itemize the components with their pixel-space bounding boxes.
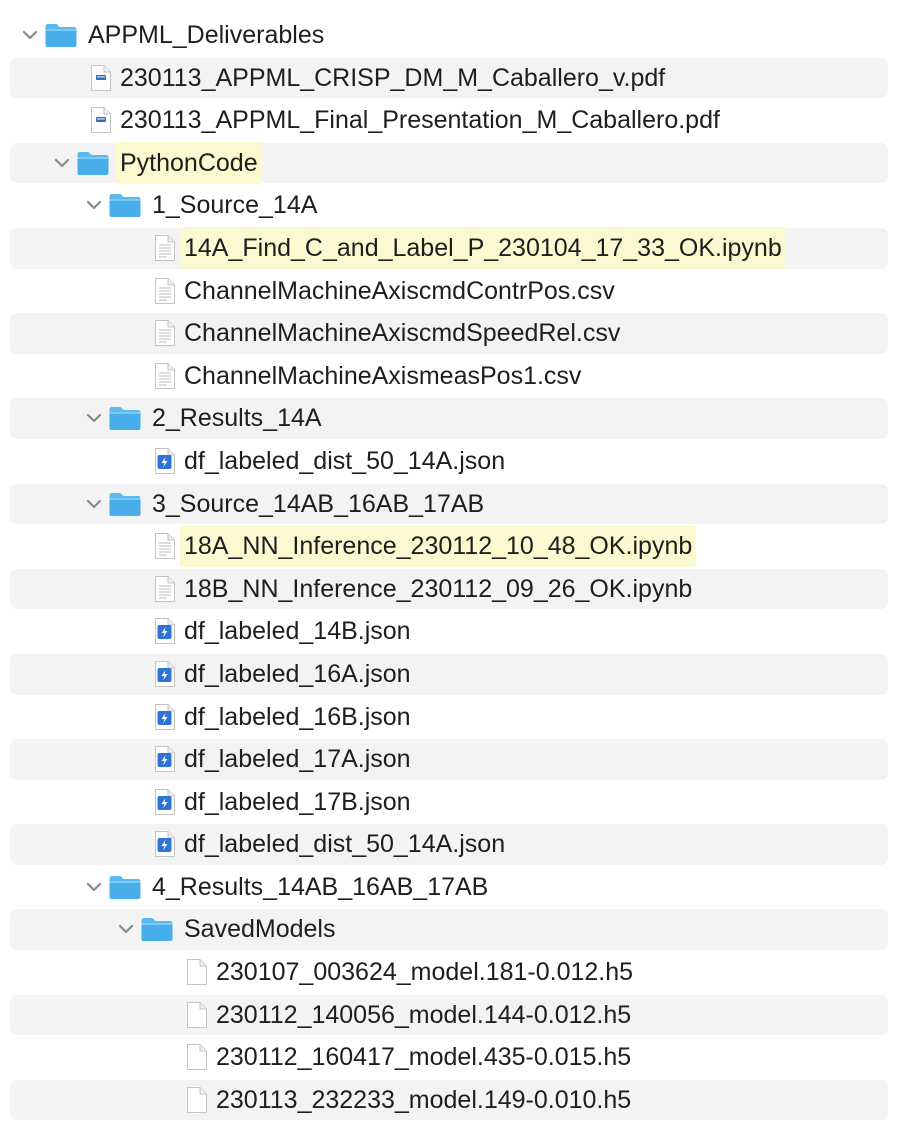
blank-file-icon <box>186 994 208 1036</box>
file-row[interactable]: df_labeled_dist_50_14A.json <box>0 823 900 866</box>
folder-icon <box>44 14 78 56</box>
folder-row[interactable]: 2_Results_14A <box>0 397 900 440</box>
folder-name: 1_Source_14A <box>152 191 318 220</box>
partial-row <box>0 1121 900 1135</box>
file-row[interactable]: 230113_232233_model.149-0.010.h5 <box>0 1079 900 1122</box>
pdf-file-icon <box>90 99 112 141</box>
chevron-down-icon[interactable] <box>52 142 72 184</box>
file-row[interactable]: 18B_NN_Inference_230112_09_26_OK.ipynb <box>0 568 900 611</box>
folder-row[interactable]: SavedModels <box>0 908 900 951</box>
folder-name: SavedModels <box>184 915 336 944</box>
pdf-file-icon <box>90 57 112 99</box>
chevron-down-icon[interactable] <box>20 14 40 56</box>
chevron-down-icon[interactable] <box>84 397 104 439</box>
file-row[interactable]: ChannelMachineAxismeasPos1.csv <box>0 355 900 398</box>
folder-row[interactable]: 4_Results_14AB_16AB_17AB <box>0 866 900 909</box>
json-file-icon <box>154 696 176 738</box>
file-row[interactable]: 230107_003624_model.181-0.012.h5 <box>0 951 900 994</box>
folder-row[interactable]: 1_Source_14A <box>0 184 900 227</box>
file-name: 230107_003624_model.181-0.012.h5 <box>216 958 634 987</box>
file-name: 18B_NN_Inference_230112_09_26_OK.ipynb <box>184 574 693 603</box>
folder-icon <box>108 184 142 226</box>
file-name: ChannelMachineAxiscmdSpeedRel.csv <box>184 319 621 348</box>
text-file-icon <box>154 270 176 312</box>
file-name: 230113_APPML_CRISP_DM_M_Caballero_v.pdf <box>120 63 666 92</box>
file-name: df_labeled_14B.json <box>184 617 411 646</box>
json-file-icon <box>154 653 176 695</box>
file-name: df_labeled_17B.json <box>184 787 411 816</box>
file-row[interactable]: 18A_NN_Inference_230112_10_48_OK.ipynb <box>0 525 900 568</box>
file-row[interactable]: 230112_160417_model.435-0.015.h5 <box>0 1036 900 1079</box>
file-name: df_labeled_16B.json <box>184 702 411 731</box>
file-row[interactable]: ChannelMachineAxiscmdContrPos.csv <box>0 270 900 313</box>
file-name: ChannelMachineAxiscmdContrPos.csv <box>184 276 615 305</box>
text-file-icon <box>154 312 176 354</box>
folder-icon <box>108 483 142 525</box>
text-file-icon <box>154 227 176 269</box>
text-file-icon <box>154 355 176 397</box>
folder-name: 3_Source_14AB_16AB_17AB <box>152 489 485 518</box>
json-file-icon <box>154 440 176 482</box>
file-name: df_labeled_dist_50_14A.json <box>184 446 506 475</box>
json-file-icon <box>154 610 176 652</box>
chevron-down-icon[interactable] <box>84 866 104 908</box>
file-row[interactable]: df_labeled_16B.json <box>0 696 900 739</box>
file-row[interactable]: df_labeled_17A.json <box>0 738 900 781</box>
file-row[interactable]: df_labeled_16A.json <box>0 653 900 696</box>
folder-name: PythonCode <box>116 141 262 184</box>
folder-name: 2_Results_14A <box>152 404 322 433</box>
file-name: ChannelMachineAxismeasPos1.csv <box>184 361 582 390</box>
row-stripe <box>10 653 888 695</box>
file-name: 230112_160417_model.435-0.015.h5 <box>216 1043 632 1072</box>
blank-file-icon <box>186 1036 208 1078</box>
text-file-icon <box>154 525 176 567</box>
folder-icon <box>76 142 110 184</box>
file-name: 18A_NN_Inference_230112_10_48_OK.ipynb <box>180 525 697 568</box>
file-row[interactable]: df_labeled_14B.json <box>0 610 900 653</box>
file-name: df_labeled_dist_50_14A.json <box>184 830 506 859</box>
folder-name: APPML_Deliverables <box>88 21 325 49</box>
file-row[interactable]: df_labeled_17B.json <box>0 781 900 824</box>
file-row[interactable]: 230112_140056_model.144-0.012.h5 <box>0 994 900 1037</box>
file-name: df_labeled_17A.json <box>184 745 411 774</box>
folder-icon <box>108 397 142 439</box>
file-name: 230113_APPML_Final_Presentation_M_Caball… <box>120 106 720 135</box>
file-row[interactable]: 14A_Find_C_and_Label_P_230104_17_33_OK.i… <box>0 226 900 270</box>
file-row[interactable]: 230113_APPML_Final_Presentation_M_Caball… <box>0 99 900 142</box>
file-name: 230113_232233_model.149-0.010.h5 <box>216 1085 632 1114</box>
file-row[interactable]: ChannelMachineAxiscmdSpeedRel.csv <box>0 312 900 355</box>
file-name: df_labeled_16A.json <box>184 659 411 688</box>
blank-file-icon <box>186 1079 208 1121</box>
file-row[interactable]: 230113_APPML_CRISP_DM_M_Caballero_v.pdf <box>0 57 900 100</box>
chevron-down-icon[interactable] <box>84 483 104 525</box>
file-row[interactable]: df_labeled_dist_50_14A.json <box>0 440 900 483</box>
file-name: 14A_Find_C_and_Label_P_230104_17_33_OK.i… <box>180 226 786 269</box>
chevron-down-icon[interactable] <box>116 908 136 950</box>
json-file-icon <box>154 823 176 865</box>
folder-name: 4_Results_14AB_16AB_17AB <box>152 872 489 901</box>
file-tree: APPML_Deliverables 230113_APPML_CRISP_DM_… <box>0 14 900 1135</box>
folder-row[interactable]: PythonCode <box>0 141 900 185</box>
file-name: 230112_140056_model.144-0.012.h5 <box>216 1000 632 1029</box>
row-stripe <box>10 739 888 780</box>
folder-icon <box>108 866 142 908</box>
folder-row[interactable]: 3_Source_14AB_16AB_17AB <box>0 483 900 526</box>
chevron-down-icon[interactable] <box>84 184 104 226</box>
blank-file-icon <box>186 951 208 993</box>
folder-icon <box>140 908 174 950</box>
text-file-icon <box>154 568 176 610</box>
json-file-icon <box>154 738 176 780</box>
folder-row[interactable]: APPML_Deliverables <box>0 14 900 57</box>
json-file-icon <box>154 781 176 823</box>
